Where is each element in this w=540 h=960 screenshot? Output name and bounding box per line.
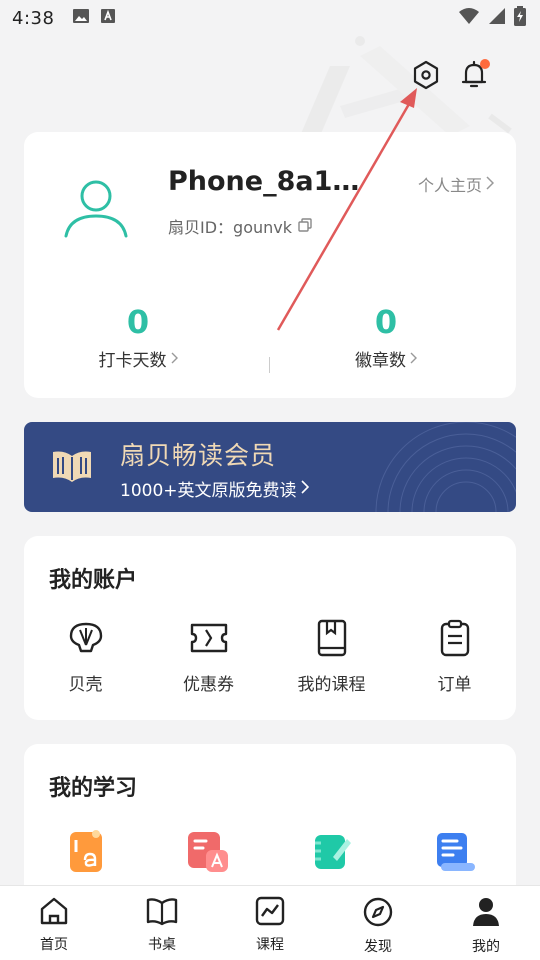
banner-ring-decoration: [375, 422, 516, 512]
settings-button[interactable]: [409, 60, 443, 94]
tab-discover[interactable]: 发现: [324, 886, 432, 960]
tab-mine[interactable]: 我的: [432, 886, 540, 960]
my-account-title: 我的账户: [49, 568, 138, 593]
status-bar: 4:38: [0, 0, 540, 36]
bottom-tab-bar: 首页 书桌 课程 发现 我的: [0, 885, 540, 960]
checkin-days-label: 打卡天数: [98, 351, 167, 371]
study-vocab-app[interactable]: [147, 832, 270, 872]
my-account-card: 我的账户 贝壳 优惠券 我的课程 订单: [24, 536, 516, 720]
shell-button[interactable]: 贝壳: [24, 618, 147, 695]
badge-count-stat[interactable]: 0 徽章数: [286, 302, 486, 371]
open-book-icon: [145, 896, 179, 930]
orders-button[interactable]: 订单: [393, 618, 516, 695]
shell-label: 贝壳: [68, 675, 103, 695]
battery-icon: [514, 6, 526, 30]
personal-homepage-link[interactable]: 个人主页: [417, 172, 495, 196]
orders-label: 订单: [437, 675, 472, 695]
tab-home-label: 首页: [40, 937, 68, 953]
notification-dot: [480, 59, 490, 69]
wifi-icon: [458, 7, 480, 29]
open-book-icon: [50, 448, 94, 488]
vip-subtitle: 1000+英文原版免费读: [120, 481, 297, 501]
tab-courses-label: 课程: [256, 937, 284, 953]
chevron-right-icon: [171, 349, 178, 369]
badge-count-value: 0: [374, 303, 398, 341]
my-courses-button[interactable]: 我的课程: [270, 618, 393, 695]
vip-title: 扇贝畅读会员: [120, 441, 277, 470]
document-app-icon: [433, 832, 477, 872]
study-word-app[interactable]: [24, 830, 147, 872]
tab-desk-label: 书桌: [148, 937, 176, 953]
course-book-icon: [316, 618, 348, 658]
homepage-link-label: 个人主页: [417, 176, 482, 195]
my-courses-label: 我的课程: [297, 675, 366, 695]
copy-icon[interactable]: [298, 217, 312, 236]
coupon-icon: [189, 618, 229, 658]
username: Phone_8a102...: [168, 166, 378, 197]
text-notification-icon: [100, 8, 116, 28]
chart-icon: [255, 896, 285, 930]
tab-mine-label: 我的: [472, 939, 500, 955]
chevron-right-icon: [486, 175, 495, 194]
stat-divider: [269, 357, 270, 373]
tab-courses[interactable]: 课程: [216, 886, 324, 960]
coupon-button[interactable]: 优惠券: [147, 618, 270, 695]
tab-discover-label: 发现: [364, 939, 392, 955]
chevron-right-icon: [300, 479, 309, 499]
avatar-person-icon: [64, 180, 128, 238]
home-icon: [38, 896, 70, 930]
image-notification-icon: [72, 8, 90, 28]
notifications-button[interactable]: [457, 59, 491, 94]
chevron-right-icon: [410, 349, 417, 369]
person-icon: [471, 896, 501, 932]
avatar[interactable]: [64, 176, 128, 240]
shell-icon: [67, 618, 105, 658]
study-document-app[interactable]: [393, 832, 516, 872]
checkin-days-value: 0: [126, 303, 150, 341]
user-id[interactable]: 扇贝ID：gounvk: [168, 214, 312, 238]
coupon-label: 优惠券: [183, 675, 234, 695]
order-clipboard-icon: [439, 618, 471, 658]
tab-home[interactable]: 首页: [0, 886, 108, 960]
vocab-app-icon: [186, 832, 232, 872]
vip-membership-banner[interactable]: 扇贝畅读会员 1000+英文原版免费读: [24, 422, 516, 512]
profile-card: Phone_8a102... 扇贝ID：gounvk 个人主页 0 打卡天数 0…: [24, 132, 516, 398]
hexagon-gear-icon: [412, 60, 440, 94]
my-study-title: 我的学习: [49, 776, 138, 801]
checkin-days-stat[interactable]: 0 打卡天数: [38, 302, 238, 371]
status-time: 4:38: [12, 7, 55, 29]
word-app-icon: [66, 830, 106, 872]
tab-desk[interactable]: 书桌: [108, 886, 216, 960]
notebook-app-icon: [311, 832, 353, 872]
user-id-text: 扇贝ID：gounvk: [168, 218, 293, 237]
badge-count-label: 徽章数: [355, 351, 406, 371]
study-notebook-app[interactable]: [270, 832, 393, 872]
signal-icon: [488, 7, 506, 29]
compass-icon: [362, 896, 394, 932]
